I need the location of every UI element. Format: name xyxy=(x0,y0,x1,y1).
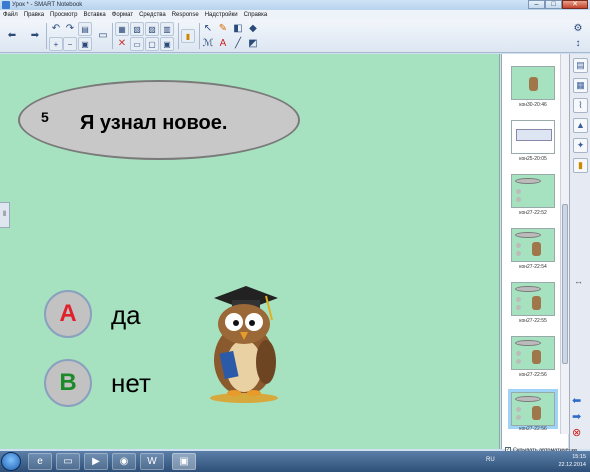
resize-panel-icon[interactable]: ↔ xyxy=(574,276,583,286)
delete-icon[interactable]: ✕ xyxy=(115,37,129,51)
slide-canvas[interactable]: ⦀ 5 Я узнал новое. A да B нет xyxy=(0,54,500,449)
smart-notebook-window: Урок * - SMART Notebook – □ ✕ Файл Правк… xyxy=(0,0,590,472)
menu-bar: Файл Правка Просмотр Вставка Формат Сред… xyxy=(0,10,590,20)
side-tabs: ▤ ▦ ⌇ ▲ ✦ ▮ ↔ ⬅ ➡ ⊗ xyxy=(569,54,590,449)
smart-notebook-taskbar-icon[interactable]: ▣ xyxy=(172,453,196,470)
page-label: кон25-20:05 xyxy=(519,156,547,162)
media-player-icon[interactable]: ▶ xyxy=(84,453,108,470)
toolbar: ⬅ ➡ ↶ ↷ ▤ + − ▣ ▭ ▦ ▧ ▨ ▥ ✕ ▭ ▢ ▣ ▮ ↖ ✎ … xyxy=(0,20,590,53)
save-icon[interactable]: ▣ xyxy=(78,37,92,51)
settings-icon[interactable]: ⚙ xyxy=(571,22,585,36)
pen-icon[interactable]: ✎ xyxy=(216,22,230,36)
page-sorter-scrollbar[interactable] xyxy=(560,54,569,434)
menu-tools[interactable]: Средства xyxy=(136,10,169,20)
title-bar: Урок * - SMART Notebook – □ ✕ xyxy=(0,0,590,10)
page-label: кон27-22:55 xyxy=(519,318,547,324)
answer-b-button[interactable]: B xyxy=(44,359,92,407)
taskbar: e ▭ ▶ ◉ W ▣ RU 15:15 22.12.2014 xyxy=(0,451,590,472)
page-thumbnail[interactable] xyxy=(511,174,555,208)
menu-edit[interactable]: Правка xyxy=(21,10,47,20)
dual-display-icon[interactable]: ▣ xyxy=(160,37,174,51)
page-thumbnail-selected[interactable] xyxy=(511,392,555,426)
menu-insert[interactable]: Вставка xyxy=(80,10,108,20)
next-page-icon[interactable]: ➡ xyxy=(572,410,581,423)
page-label: кон27-22:56 xyxy=(519,426,547,432)
page-thumbnail[interactable] xyxy=(511,336,555,370)
clock-time: 15:15 xyxy=(572,454,586,460)
redo-icon[interactable]: ↷ xyxy=(63,22,77,36)
menu-format[interactable]: Формат xyxy=(109,10,136,20)
new-page-icon[interactable]: + xyxy=(49,37,63,51)
menu-response[interactable]: Response xyxy=(169,10,202,20)
maximize-button[interactable]: □ xyxy=(545,0,562,9)
menu-addons[interactable]: Надстройки xyxy=(202,10,241,20)
full-screen-icon[interactable]: ▢ xyxy=(145,37,159,51)
question-number: 5 xyxy=(41,109,49,125)
close-button[interactable]: ✕ xyxy=(562,0,588,9)
app-icon xyxy=(2,1,10,9)
expand-sidebar-handle[interactable]: ⦀ xyxy=(0,202,10,228)
page-label: кон27-22:56 xyxy=(519,372,547,378)
addons-tab-icon[interactable]: ✦ xyxy=(573,138,588,153)
undo-icon[interactable]: ↶ xyxy=(49,22,63,36)
forward-icon[interactable]: ➡ xyxy=(28,29,42,43)
display-icon[interactable]: ▭ xyxy=(96,29,110,43)
page-thumbnail[interactable] xyxy=(511,120,555,154)
scrollbar-thumb[interactable] xyxy=(562,204,568,364)
page-thumbnail[interactable] xyxy=(511,228,555,262)
question-text: Я узнал новое. xyxy=(80,112,228,134)
select-icon[interactable]: ↖ xyxy=(201,22,215,36)
screen-shade-icon[interactable]: ▭ xyxy=(130,37,144,51)
answer-b-text: нет xyxy=(111,368,151,398)
shapes-icon[interactable]: ◆ xyxy=(246,22,260,36)
answer-a-button[interactable]: A xyxy=(44,290,92,338)
owl-scholar-image[interactable] xyxy=(200,280,286,404)
table-icon[interactable]: ▥ xyxy=(160,22,174,36)
page-thumbnail[interactable] xyxy=(511,66,555,100)
start-button[interactable] xyxy=(1,452,21,471)
ie-icon[interactable]: e xyxy=(28,453,52,470)
page-label: кон27-22:52 xyxy=(519,210,547,216)
creative-pen-icon[interactable]: ℳ xyxy=(201,37,215,51)
explorer-icon[interactable]: ▭ xyxy=(56,453,80,470)
language-indicator[interactable]: RU xyxy=(486,457,495,463)
word-icon[interactable]: W xyxy=(140,453,164,470)
minimize-button[interactable]: – xyxy=(528,0,545,9)
clock[interactable]: 15:15 22.12.2014 xyxy=(558,453,586,469)
page-sorter-tab-icon[interactable]: ▤ xyxy=(573,58,588,73)
clock-date: 22.12.2014 xyxy=(558,462,586,468)
paste-icon[interactable]: ▦ xyxy=(115,22,129,36)
window-title: Урок * - SMART Notebook xyxy=(12,2,83,8)
page-label: кон30-20:46 xyxy=(519,102,547,108)
menu-help[interactable]: Справка xyxy=(241,10,271,20)
clone-icon[interactable]: ▨ xyxy=(145,22,159,36)
window-controls: – □ ✕ xyxy=(528,0,588,10)
delete-page-icon[interactable]: − xyxy=(63,37,77,51)
fill-icon[interactable]: ◩ xyxy=(246,37,260,51)
screen-capture-icon[interactable]: ▧ xyxy=(130,22,144,36)
delete-page-icon[interactable]: ⊗ xyxy=(572,426,581,439)
toolbar-position-icon[interactable]: ↕ xyxy=(571,37,585,51)
answer-a-text: да xyxy=(111,300,141,330)
back-icon[interactable]: ⬅ xyxy=(5,29,19,43)
page-sorter-panel: кон30-20:46 кон25-20:05 кон27-22:52 кон2… xyxy=(501,54,569,449)
gallery-tab-icon[interactable]: ▦ xyxy=(573,78,588,93)
menu-view[interactable]: Просмотр xyxy=(47,10,80,20)
folder-icon[interactable]: ▤ xyxy=(78,22,92,36)
line-icon[interactable]: ╱ xyxy=(231,37,245,51)
page-label: кон27-22:54 xyxy=(519,264,547,270)
properties-tab-icon[interactable]: ▲ xyxy=(573,118,588,133)
response-tab-icon[interactable]: ▮ xyxy=(573,158,588,173)
response-icon[interactable]: ▮ xyxy=(181,29,195,43)
page-thumbnail[interactable] xyxy=(511,282,555,316)
menu-file[interactable]: Файл xyxy=(0,10,21,20)
previous-page-icon[interactable]: ⬅ xyxy=(572,394,581,407)
text-icon[interactable]: A xyxy=(216,37,230,51)
eraser-icon[interactable]: ◧ xyxy=(231,22,245,36)
attachments-tab-icon[interactable]: ⌇ xyxy=(573,98,588,113)
chrome-icon[interactable]: ◉ xyxy=(112,453,136,470)
